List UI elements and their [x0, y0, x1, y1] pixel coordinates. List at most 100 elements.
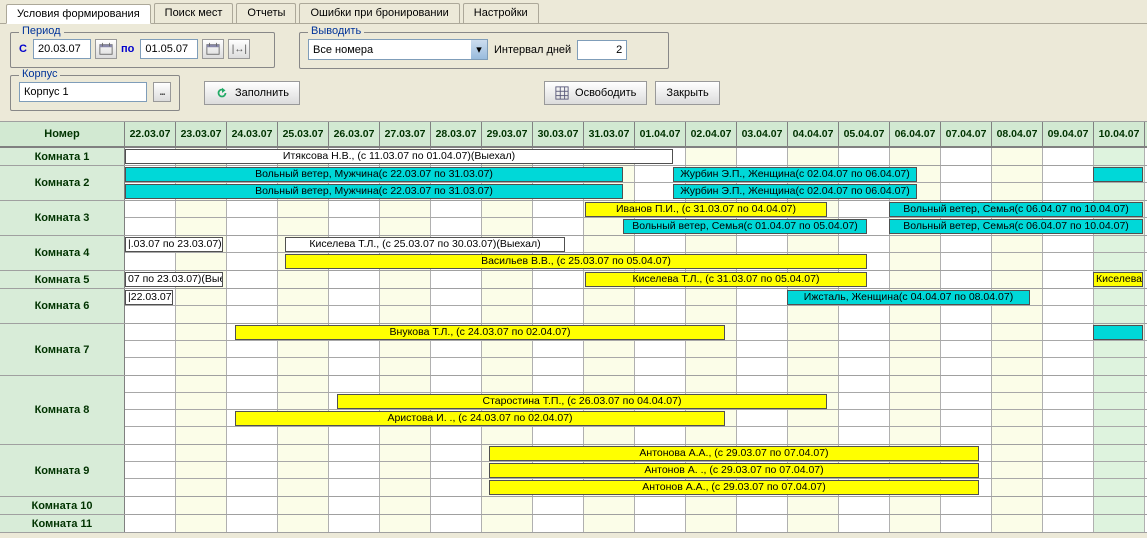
date-to-input[interactable]: [140, 39, 198, 59]
rooms-dropdown[interactable]: Все номера ▾: [308, 39, 488, 60]
grid-cell[interactable]: [431, 462, 482, 478]
grid-cell[interactable]: [431, 218, 482, 235]
booking-bar[interactable]: Васильев В.В., (с 25.03.07 по 05.04.07): [285, 254, 867, 269]
range-icon[interactable]: |↔|: [228, 39, 250, 59]
grid-cell[interactable]: [176, 358, 227, 375]
grid-cell[interactable]: [1043, 358, 1094, 375]
grid-cell[interactable]: [839, 148, 890, 165]
booking-bar[interactable]: |22.03.07)(: [125, 290, 173, 305]
grid-cell[interactable]: [686, 376, 737, 392]
grid-cell[interactable]: [1043, 324, 1094, 340]
booking-bar[interactable]: [1093, 167, 1143, 182]
grid-cell[interactable]: [788, 236, 839, 252]
grid-cell[interactable]: [176, 324, 227, 340]
grid-cell[interactable]: [431, 271, 482, 288]
grid-cell[interactable]: [227, 445, 278, 461]
grid-cell[interactable]: [176, 515, 227, 532]
grid-cell[interactable]: [533, 341, 584, 357]
grid-cell[interactable]: [380, 289, 431, 305]
grid-cell[interactable]: [1094, 358, 1145, 375]
grid-cell[interactable]: [941, 306, 992, 323]
lookup-icon[interactable]: ...: [153, 82, 171, 102]
korpus-input[interactable]: [19, 82, 147, 102]
grid-cell[interactable]: [125, 341, 176, 357]
grid-cell[interactable]: [992, 341, 1043, 357]
grid-cell[interactable]: [992, 166, 1043, 182]
grid-cell[interactable]: [737, 289, 788, 305]
grid-cell[interactable]: [941, 183, 992, 200]
tab-reports[interactable]: Отчеты: [236, 3, 296, 23]
grid-cell[interactable]: [482, 341, 533, 357]
grid-cell[interactable]: [839, 497, 890, 514]
grid-cell[interactable]: [992, 479, 1043, 496]
grid-cell[interactable]: [941, 253, 992, 270]
grid-cell[interactable]: [839, 393, 890, 409]
grid-cell[interactable]: [584, 358, 635, 375]
grid-cell[interactable]: [584, 515, 635, 532]
grid-cell[interactable]: [941, 148, 992, 165]
grid-cell[interactable]: [839, 376, 890, 392]
grid-cell[interactable]: [941, 515, 992, 532]
grid-cell[interactable]: [737, 324, 788, 340]
grid-cell[interactable]: [227, 358, 278, 375]
grid-cell[interactable]: [329, 497, 380, 514]
grid-cell[interactable]: [686, 427, 737, 444]
booking-bar[interactable]: Журбин Э.П., Женщина(с 02.04.07 по 06.04…: [673, 184, 917, 199]
grid-cell[interactable]: [737, 358, 788, 375]
grid-cell[interactable]: [890, 148, 941, 165]
grid-cell[interactable]: [941, 393, 992, 409]
grid-cell[interactable]: [890, 236, 941, 252]
tab-settings[interactable]: Настройки: [463, 3, 539, 23]
grid-cell[interactable]: [1094, 236, 1145, 252]
grid-cell[interactable]: [380, 358, 431, 375]
grid-cell[interactable]: [227, 515, 278, 532]
grid-cell[interactable]: [431, 445, 482, 461]
grid-cell[interactable]: [839, 410, 890, 426]
grid-cell[interactable]: [482, 515, 533, 532]
grid-cell[interactable]: [992, 236, 1043, 252]
grid-cell[interactable]: [278, 271, 329, 288]
grid-cell[interactable]: [227, 341, 278, 357]
booking-bar[interactable]: Вольный ветер, Семья(с 06.04.07 по 10.04…: [889, 219, 1143, 234]
grid-cell[interactable]: [788, 148, 839, 165]
grid-cell[interactable]: [1043, 148, 1094, 165]
grid-cell[interactable]: [482, 497, 533, 514]
grid-cell[interactable]: [890, 341, 941, 357]
grid-cell[interactable]: [329, 462, 380, 478]
grid-cell[interactable]: [737, 497, 788, 514]
grid-cell[interactable]: [1094, 497, 1145, 514]
grid-cell[interactable]: [176, 427, 227, 444]
grid-cell[interactable]: [992, 497, 1043, 514]
grid-cell[interactable]: [992, 427, 1043, 444]
booking-bar[interactable]: Вольный ветер, Семья(с 06.04.07 по 10.04…: [889, 202, 1143, 217]
grid-cell[interactable]: [788, 515, 839, 532]
grid-cell[interactable]: [533, 289, 584, 305]
grid-cell[interactable]: [431, 341, 482, 357]
grid-cell[interactable]: [635, 376, 686, 392]
fill-button[interactable]: Заполнить: [204, 81, 300, 105]
grid-cell[interactable]: [227, 497, 278, 514]
grid-cell[interactable]: [431, 376, 482, 392]
grid-cell[interactable]: [227, 393, 278, 409]
grid-cell[interactable]: [329, 218, 380, 235]
grid-cell[interactable]: [278, 393, 329, 409]
interval-input[interactable]: [577, 40, 627, 60]
grid-cell[interactable]: [227, 218, 278, 235]
booking-bar[interactable]: Антонов А. ., (с 29.03.07 по 07.04.07): [489, 463, 979, 478]
grid-cell[interactable]: [1043, 236, 1094, 252]
grid-cell[interactable]: [1043, 427, 1094, 444]
grid-cell[interactable]: [431, 497, 482, 514]
grid-cell[interactable]: [1094, 183, 1145, 200]
grid-cell[interactable]: [329, 271, 380, 288]
free-button[interactable]: Освободить: [544, 81, 647, 105]
grid-cell[interactable]: [890, 410, 941, 426]
grid-cell[interactable]: [941, 427, 992, 444]
grid-cell[interactable]: [1043, 253, 1094, 270]
grid-cell[interactable]: [584, 376, 635, 392]
grid-cell[interactable]: [635, 497, 686, 514]
booking-bar[interactable]: [1093, 325, 1143, 340]
grid-cell[interactable]: [329, 445, 380, 461]
grid-cell[interactable]: [788, 376, 839, 392]
grid-cell[interactable]: [686, 289, 737, 305]
grid-cell[interactable]: [125, 218, 176, 235]
